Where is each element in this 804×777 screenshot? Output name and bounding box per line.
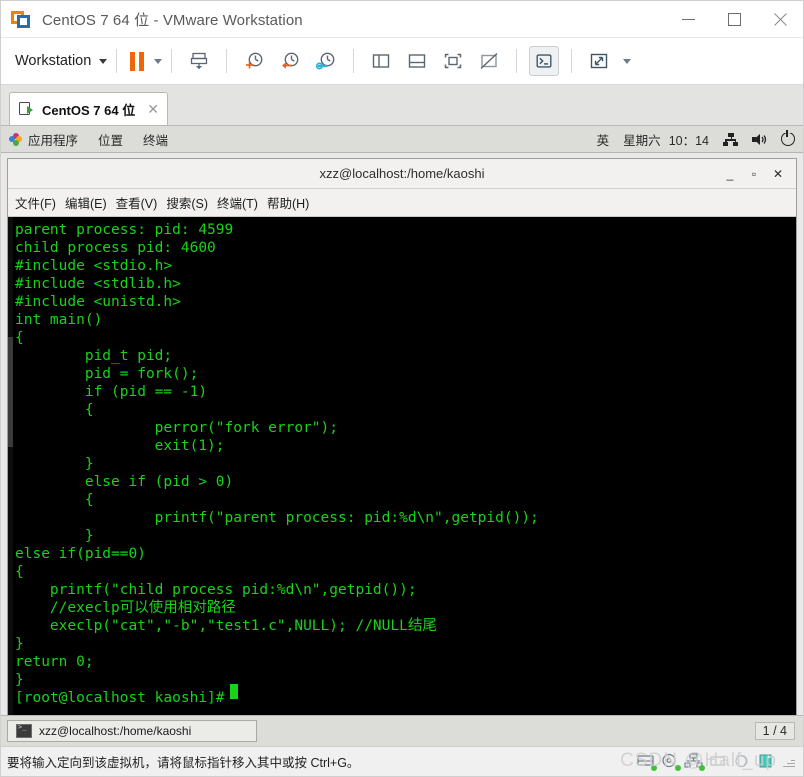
show-thumbnail-bar-button[interactable] bbox=[402, 46, 432, 76]
menu-search[interactable]: 搜索(S) bbox=[166, 193, 208, 212]
toolbar-divider bbox=[516, 49, 518, 73]
close-icon[interactable]: ✕ bbox=[147, 102, 159, 116]
expand-arrows-icon bbox=[591, 53, 608, 69]
menu-file[interactable]: 文件(F) bbox=[15, 193, 56, 212]
vm-tab-strip: CentOS 7 64 位 ✕ bbox=[1, 85, 803, 126]
gnome-top-panel: 应用程序 位置 终端 英 星期六 10：14 bbox=[1, 126, 803, 153]
bottom-pane-icon bbox=[409, 54, 426, 68]
input-method-indicator[interactable]: 英 bbox=[597, 130, 610, 149]
toolbar-divider bbox=[226, 49, 228, 73]
terminal-maximize-button[interactable]: ▫ bbox=[742, 162, 766, 186]
minimize-button[interactable] bbox=[665, 1, 711, 37]
printer-icon[interactable] bbox=[732, 753, 754, 771]
window-controls bbox=[665, 1, 803, 37]
status-message: 要将输入定向到该虚拟机，请将鼠标指针移入其中或按 Ctrl+G。 bbox=[7, 756, 360, 770]
network-adapter-icon[interactable] bbox=[684, 752, 706, 771]
clock-plus-icon bbox=[246, 52, 263, 69]
revert-snapshot-button[interactable] bbox=[275, 46, 305, 76]
menu-terminal[interactable]: 终端(T) bbox=[217, 193, 258, 212]
gnome-taskbar: xzz@localhost:/home/kaoshi 1 / 4 bbox=[1, 715, 803, 746]
take-snapshot-button[interactable] bbox=[184, 46, 214, 76]
terminal-cursor bbox=[230, 684, 238, 699]
unity-mode-button[interactable] bbox=[474, 46, 504, 76]
show-library-button[interactable] bbox=[366, 46, 396, 76]
vmware-workstation-window: CentOS 7 64 位 - VMware Workstation Works… bbox=[0, 0, 804, 777]
terminal-icon bbox=[536, 54, 552, 68]
cd-dvd-icon[interactable] bbox=[660, 753, 682, 771]
clock-day[interactable]: 星期六 bbox=[623, 130, 661, 149]
vm-powered-on-icon bbox=[19, 101, 35, 117]
vm-tab-label: CentOS 7 64 位 bbox=[42, 102, 136, 118]
terminal-icon bbox=[16, 723, 32, 738]
fullscreen-icon bbox=[445, 53, 462, 69]
stretch-guest-button[interactable] bbox=[584, 46, 614, 76]
terminal-close-button[interactable]: ✕ bbox=[766, 162, 790, 186]
vm-tab-centos[interactable]: CentOS 7 64 位 ✕ bbox=[9, 92, 168, 125]
gnome-applications-menu[interactable]: 应用程序 bbox=[28, 130, 78, 149]
hard-disk-icon[interactable] bbox=[636, 753, 658, 771]
power-icon[interactable] bbox=[781, 129, 795, 146]
taskbar-window-label: xzz@localhost:/home/kaoshi bbox=[39, 724, 192, 738]
gnome-terminal-menu[interactable]: 终端 bbox=[143, 130, 168, 149]
workstation-menu-label: Workstation bbox=[15, 53, 92, 69]
fullscreen-button[interactable] bbox=[438, 46, 468, 76]
left-pane-icon bbox=[373, 54, 390, 68]
terminal-minimize-button[interactable]: _ bbox=[718, 162, 742, 186]
unity-icon bbox=[480, 52, 498, 70]
terminal-menu-bar: 文件(F) 编辑(E) 查看(V) 搜索(S) 终端(T) 帮助(H) bbox=[8, 189, 796, 217]
device-status-icons bbox=[634, 752, 799, 771]
toolbar-divider bbox=[353, 49, 355, 73]
suspend-button[interactable] bbox=[130, 51, 145, 71]
snapshot-manager-button[interactable] bbox=[311, 46, 341, 76]
network-icon[interactable] bbox=[723, 132, 738, 146]
vmware-toolbar: Workstation bbox=[1, 38, 803, 85]
snapshot-add-button[interactable] bbox=[239, 46, 269, 76]
vmware-logo-icon bbox=[11, 8, 33, 30]
stretch-dropdown-icon[interactable] bbox=[623, 58, 632, 64]
workstation-menu-button[interactable]: Workstation bbox=[15, 53, 108, 69]
guest-display-area: CentOS 7 64 位 ✕ 应用程序 位置 终端 英 星期六 10：14 x… bbox=[1, 85, 803, 746]
toolbar-divider bbox=[171, 49, 173, 73]
applications-icon bbox=[9, 132, 22, 146]
terminal-scrollbar[interactable] bbox=[8, 217, 13, 715]
chevron-down-icon bbox=[99, 58, 108, 64]
taskbar-window-item[interactable]: xzz@localhost:/home/kaoshi bbox=[7, 720, 257, 742]
message-log-icon[interactable] bbox=[756, 753, 778, 771]
toolbar-divider bbox=[571, 49, 573, 73]
maximize-button[interactable] bbox=[711, 1, 757, 37]
gnome-terminal-window: xzz@localhost:/home/kaoshi _ ▫ ✕ 文件(F) 编… bbox=[7, 158, 797, 715]
terminal-window-controls: _ ▫ ✕ bbox=[718, 162, 796, 186]
terminal-title-bar: xzz@localhost:/home/kaoshi _ ▫ ✕ bbox=[8, 159, 796, 189]
snapshot-take-icon bbox=[191, 52, 208, 70]
terminal-title: xzz@localhost:/home/kaoshi bbox=[319, 166, 485, 181]
window-title: CentOS 7 64 位 - VMware Workstation bbox=[42, 11, 303, 29]
workspace-indicator[interactable]: 1 / 4 bbox=[754, 722, 795, 740]
toolbar-divider bbox=[116, 49, 118, 73]
menu-view[interactable]: 查看(V) bbox=[116, 193, 158, 212]
usb-icon[interactable] bbox=[708, 753, 730, 771]
gnome-places-menu[interactable]: 位置 bbox=[98, 130, 123, 149]
resize-grip[interactable] bbox=[782, 755, 795, 768]
clock-time[interactable]: 10：14 bbox=[669, 130, 709, 149]
console-view-button[interactable] bbox=[529, 46, 560, 76]
suspend-dropdown-icon[interactable] bbox=[154, 58, 163, 64]
window-title-bar: CentOS 7 64 位 - VMware Workstation bbox=[1, 1, 803, 38]
clock-back-icon bbox=[282, 52, 299, 69]
clock-wrench-icon bbox=[316, 52, 335, 70]
terminal-screen[interactable]: parent process: pid: 4599 child process … bbox=[8, 217, 796, 715]
vmware-status-bar: 要将输入定向到该虚拟机，请将鼠标指针移入其中或按 Ctrl+G。 CSDN @H… bbox=[1, 746, 803, 776]
terminal-output: parent process: pid: 4599 child process … bbox=[15, 222, 539, 706]
volume-icon[interactable] bbox=[752, 133, 767, 146]
menu-edit[interactable]: 编辑(E) bbox=[65, 193, 107, 212]
close-button[interactable] bbox=[757, 1, 803, 37]
menu-help[interactable]: 帮助(H) bbox=[267, 193, 309, 212]
